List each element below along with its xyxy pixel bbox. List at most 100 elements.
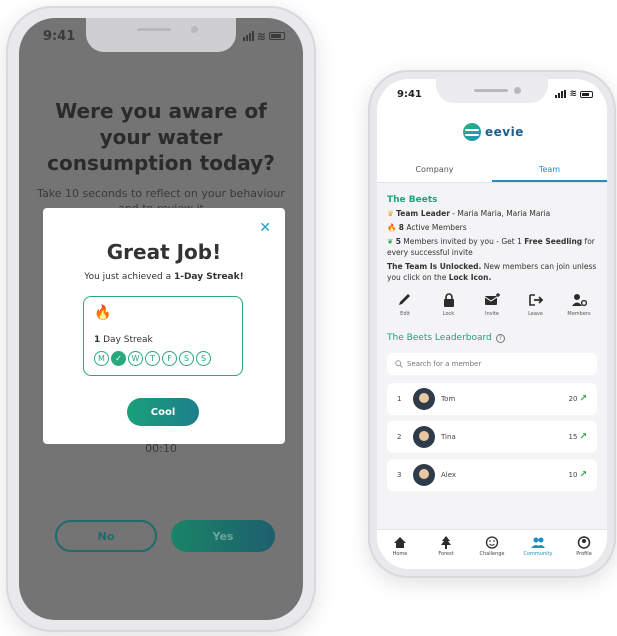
wifi-icon: ≋ [569, 89, 577, 99]
member-name: Alex [441, 471, 457, 479]
help-icon[interactable]: ? [495, 333, 505, 343]
member-search[interactable] [387, 353, 597, 375]
rank: 3 [397, 471, 402, 479]
streak-modal: ✕ Great Job! You just achieved a 1-Day S… [43, 208, 285, 444]
weekday-row: M ✓ W T F S S [94, 351, 211, 366]
leaderboard-row[interactable]: 3 Alex 10 ↗ [387, 459, 597, 491]
team-section: The Beets ♛ Team Leader - Maria Maria, M… [377, 185, 607, 497]
stage: 9:41 ≋ Were you aware of your water cons… [0, 0, 617, 636]
pencil-icon [399, 294, 410, 305]
avatar [413, 388, 435, 410]
sprout-icon: ❦ [387, 237, 394, 246]
status-icons: ≋ [555, 89, 593, 99]
lock-button[interactable]: Lock [433, 293, 465, 317]
leave-button[interactable]: Leave [520, 293, 552, 317]
status-icons: ≋ [242, 30, 285, 43]
battery-icon [580, 90, 593, 98]
team-leader-line: ♛ Team Leader - Maria Maria, Maria Maria [387, 208, 597, 219]
nav-profile[interactable]: Profile [561, 530, 607, 569]
phone-right-screen: 9:41 ≋ eevie Company Team The Beets ♛ Te… [377, 79, 607, 569]
sprout-icon: ↗ [579, 394, 587, 404]
score-value: 10 [568, 471, 578, 479]
tab-team[interactable]: Team [492, 157, 607, 182]
nav-challenge-label: Challenge [479, 551, 505, 557]
lock-icon [443, 293, 454, 307]
members-button[interactable]: Members [563, 293, 595, 317]
crown-icon: ♛ [387, 209, 394, 218]
edit-button[interactable]: Edit [389, 293, 421, 317]
logo-icon [463, 123, 481, 141]
sprout-icon: ↗ [579, 432, 587, 442]
members-label: Members [567, 311, 591, 317]
logo-text: eevie [485, 125, 524, 139]
invited-bold: Free Seedling [524, 237, 583, 246]
invited-text: Members invited by you - Get 1 [400, 237, 525, 246]
search-input[interactable] [407, 360, 557, 368]
invited-line: ❦ 5 Members invited by you - Get 1 Free … [387, 236, 597, 258]
sprout-icon: ↗ [579, 470, 587, 480]
invite-label: Invite [484, 311, 500, 317]
status-time: 9:41 [397, 88, 422, 100]
modal-subtitle: You just achieved a 1-Day Streak! [43, 272, 285, 282]
yes-button[interactable]: Yes [171, 520, 275, 552]
tab-bar: Company Team [377, 157, 607, 183]
eevie-logo: eevie [463, 123, 524, 141]
score-value: 20 [568, 395, 578, 403]
active-text: Active Members [403, 223, 467, 232]
team-leader-names: - Maria Maria, Maria Maria [449, 209, 551, 218]
unlocked-bold: The Team Is Unlocked. [387, 262, 482, 271]
score: 10 ↗ [569, 470, 587, 480]
tab-company[interactable]: Company [377, 157, 492, 182]
edit-label: Edit [400, 311, 410, 317]
members-gear-icon [572, 294, 587, 307]
signal-icon [555, 90, 567, 98]
nav-community[interactable]: Community [515, 530, 561, 569]
team-leader-label: Team Leader [396, 209, 450, 218]
leaderboard-title-text: The Beets Leaderboard [387, 333, 492, 343]
member-name: Tina [441, 433, 456, 441]
nav-home[interactable]: Home [377, 530, 423, 569]
cool-button[interactable]: Cool [127, 398, 199, 426]
day-monday: M [94, 351, 109, 366]
battery-icon [269, 32, 285, 40]
status-bar: 9:41 ≋ [19, 18, 303, 54]
flame-icon: 🔥 [387, 223, 397, 232]
leaderboard-title: The Beets Leaderboard? [387, 333, 597, 343]
modal-subtitle-bold: 1-Day Streak! [173, 272, 244, 282]
rank: 2 [397, 433, 402, 441]
flame-icon: 🔥 [94, 305, 112, 321]
rank: 1 [397, 395, 402, 403]
streak-card: 🔥 1 Day Streak M ✓ W T F S S [83, 296, 243, 376]
home-icon [394, 537, 406, 548]
phone-left-screen: 9:41 ≋ Were you aware of your water cons… [19, 18, 303, 620]
status-bar: 9:41 ≋ [377, 79, 607, 109]
day-friday: F [162, 351, 177, 366]
bottom-nav: Home Forest Challenge Community Profile [377, 529, 607, 569]
modal-subtitle-text: You just achieved a [84, 272, 174, 282]
nav-forest[interactable]: Forest [423, 530, 469, 569]
modal-title: Great Job! [106, 240, 222, 264]
avatar [413, 464, 435, 486]
day-tuesday-check-icon: ✓ [111, 351, 126, 366]
leaderboard-row[interactable]: 2 Tina 15 ↗ [387, 421, 597, 453]
nav-home-label: Home [392, 551, 408, 557]
status-time: 9:41 [43, 28, 76, 44]
member-name: Tom [441, 395, 456, 403]
header: 9:41 ≋ eevie Company Team [377, 79, 607, 183]
tree-icon [441, 536, 451, 549]
score: 20 ↗ [569, 394, 587, 404]
score-value: 15 [568, 433, 578, 441]
leave-icon [528, 294, 543, 306]
leaderboard-row[interactable]: 1 Tom 20 ↗ [387, 383, 597, 415]
nav-challenge[interactable]: Challenge [469, 530, 515, 569]
invite-button[interactable]: Invite [476, 293, 508, 317]
day-sunday: S [196, 351, 211, 366]
unlocked-icon-text: Lock Icon. [448, 273, 492, 282]
invite-mail-icon [484, 293, 500, 305]
active-members-line: 🔥 8 Active Members [387, 222, 597, 233]
no-button[interactable]: No [55, 520, 157, 552]
nav-community-label: Community [523, 551, 553, 557]
team-name: The Beets [387, 195, 438, 205]
team-actions: Edit Lock Invite Leave Members [387, 293, 597, 317]
close-icon[interactable]: ✕ [259, 220, 271, 236]
